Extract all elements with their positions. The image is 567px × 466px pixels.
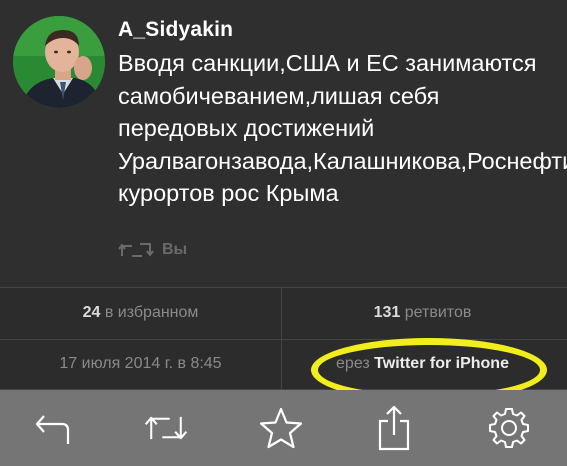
favorite-star-icon: [259, 407, 303, 449]
tweet-source[interactable]: ерез Twitter for iPhone: [282, 355, 563, 373]
user-photo-avatar-icon: [13, 16, 105, 108]
retweet-icon: [144, 416, 188, 440]
favorites-label: в избранном: [100, 304, 199, 321]
source-app[interactable]: Twitter for iPhone: [374, 355, 509, 372]
tweet-date: 17 июля 2014 г. в 8:45: [59, 355, 222, 372]
source-prefix: ерез: [336, 355, 375, 372]
favorite-button[interactable]: [257, 404, 305, 452]
settings-gear-icon: [489, 408, 529, 448]
reply-button[interactable]: [30, 404, 78, 452]
divider: [0, 287, 567, 288]
retweet-button[interactable]: [142, 404, 190, 452]
share-button[interactable]: [370, 404, 418, 452]
divider: [0, 339, 567, 340]
retweeted-by: Вы: [118, 238, 187, 262]
username[interactable]: A_Sidyakin: [118, 18, 233, 42]
retweets-label: ретвитов: [400, 304, 472, 321]
action-toolbar: [0, 390, 567, 466]
divider: [281, 287, 282, 390]
retweets-count: 131: [373, 304, 401, 321]
retweeted-by-label: Вы: [162, 241, 188, 258]
favorites-stat[interactable]: 24 в избранном: [0, 304, 281, 322]
avatar[interactable]: [13, 16, 105, 108]
favorites-count: 24: [82, 304, 101, 321]
share-icon: [378, 405, 410, 451]
retweets-stat[interactable]: 131 ретвитов: [282, 304, 563, 322]
tweet-text: Вводя санкции,США и ЕС занимаются самоби…: [118, 50, 567, 206]
settings-button[interactable]: [485, 404, 533, 452]
retweet-small-icon: [118, 243, 154, 257]
tweet-detail: A_Sidyakin Вводя санкции,США и ЕС занима…: [0, 0, 567, 287]
reply-icon: [35, 415, 70, 444]
